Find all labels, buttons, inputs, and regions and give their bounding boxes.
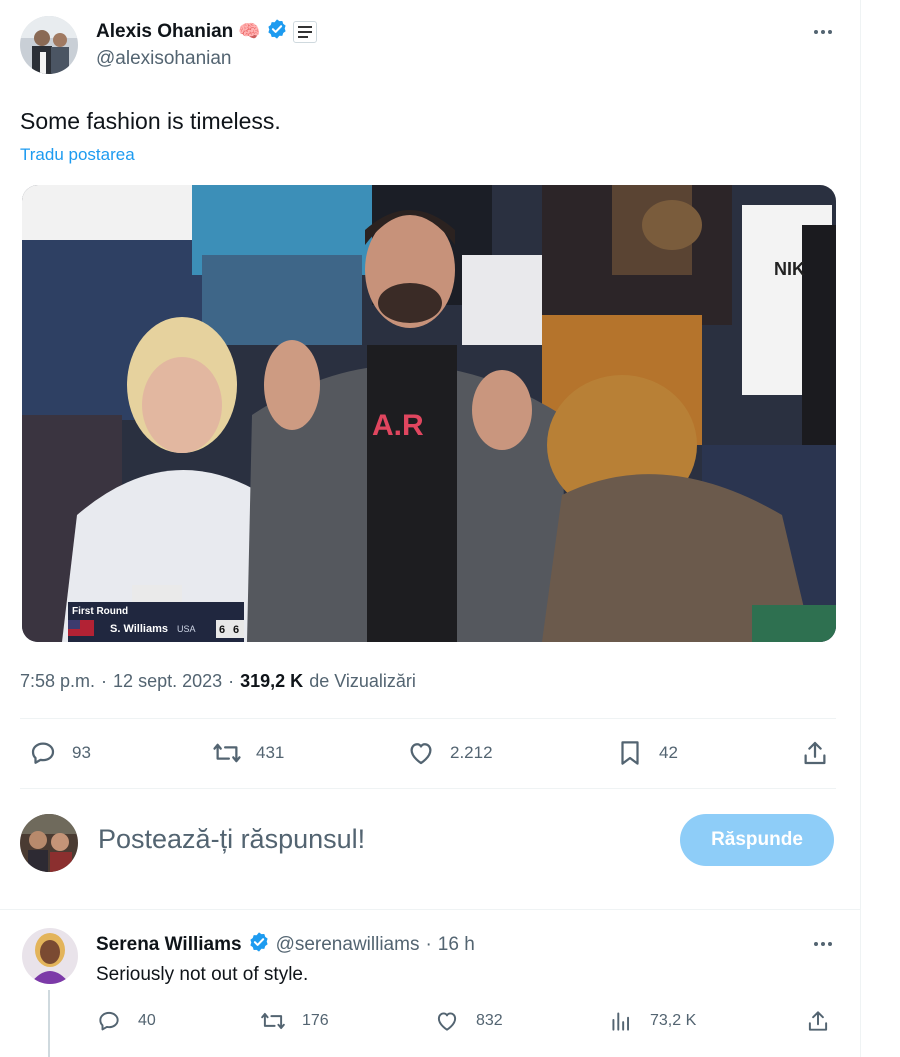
author-avatar[interactable] [20,16,78,74]
thread-line [48,990,50,1057]
heart-icon [410,743,432,765]
bookmark-count: 42 [659,743,678,762]
heart-icon [437,1012,457,1031]
reply-share-button[interactable] [805,1008,831,1034]
author-handle[interactable]: @alexisohanian [96,48,232,70]
reply-separator: · [425,934,432,955]
reply-repost-count: 176 [302,1012,329,1029]
verified-badge-icon[interactable] [248,931,270,959]
scoreboard-round: First Round [72,606,128,617]
views-label: de Vizualizări [309,671,416,691]
reply-text: Seriously not out of style. [96,964,309,985]
reply-header: Serena Williams @serenawilliams · 16 h [96,931,475,959]
repost-icon [261,1012,285,1030]
share-icon [808,1011,828,1031]
affiliate-badge-icon[interactable] [292,20,317,43]
reply-more-options-icon[interactable] [808,932,838,956]
post-time[interactable]: 7:58 p.m. [20,671,95,692]
views-count: 319,2 K [240,671,304,691]
post-meta: 7:58 p.m. · 12 sept. 2023 · 319,2 K de V… [20,671,416,692]
post-media[interactable]: A.R NIK First Round S. Williams USA 6 6 [22,185,836,642]
scoreboard-country: USA [177,624,196,634]
reply-icon [31,742,55,764]
translate-link[interactable]: Tradu postarea [20,145,135,165]
reply-icon [99,1011,119,1031]
reply-time[interactable]: 16 h [438,934,475,956]
reply-button[interactable]: 93 [28,738,91,768]
more-options-icon[interactable] [808,20,838,44]
post-date[interactable]: 12 sept. 2023 [113,671,222,692]
brain-emoji: 🧠 [238,21,261,41]
reply-count: 93 [72,743,91,762]
stadium-photo: A.R NIK First Round S. Williams USA 6 6 [22,185,836,642]
scoreboard-set2: 6 [233,624,239,636]
repost-count: 431 [256,743,285,762]
timeline-border [860,0,861,1057]
scoreboard-player: S. Williams [110,623,168,635]
reply-author-name[interactable]: Serena Williams [96,934,242,956]
reply-like-button[interactable]: 832 [434,1008,503,1034]
bookmark-button[interactable]: 42 [615,738,678,768]
current-user-avatar[interactable] [20,814,78,872]
reply-repost-button[interactable]: 176 [260,1008,329,1034]
divider [0,909,860,910]
author-name[interactable]: Alexis Ohanian [96,21,233,43]
reply-submit-label: Răspunde [711,829,803,850]
reply-views-button[interactable]: 73,2 K [608,1008,696,1034]
shirt-text: A.R [372,409,424,442]
meta-separator: · [228,671,235,691]
reply-reply-button[interactable]: 40 [96,1008,156,1034]
author-name-row: Alexis Ohanian 🧠 [96,18,317,45]
post-text: Some fashion is timeless. [20,108,281,134]
scoreboard-set1: 6 [219,624,225,636]
reply-like-count: 832 [476,1012,503,1029]
cap-text: NIK [774,259,805,279]
meta-separator: · [101,671,108,691]
divider [20,718,836,719]
reply-author-avatar[interactable] [22,928,78,984]
share-button[interactable] [800,738,830,768]
verified-badge-icon[interactable] [266,18,288,45]
repost-button[interactable]: 431 [212,738,284,768]
analytics-icon [612,1012,630,1031]
divider [20,788,836,789]
repost-icon [213,743,241,763]
like-button[interactable]: 2.212 [406,738,493,768]
reply-input[interactable]: Postează-ți răspunsul! [98,824,658,855]
reply-reply-count: 40 [138,1012,156,1029]
reply-submit-button[interactable]: Răspunde [680,814,834,866]
reply-author-handle[interactable]: @serenawilliams [276,934,420,956]
bookmark-icon [621,741,639,765]
share-icon [804,741,826,765]
like-count: 2.212 [450,743,493,762]
reply-views-count: 73,2 K [650,1012,697,1029]
